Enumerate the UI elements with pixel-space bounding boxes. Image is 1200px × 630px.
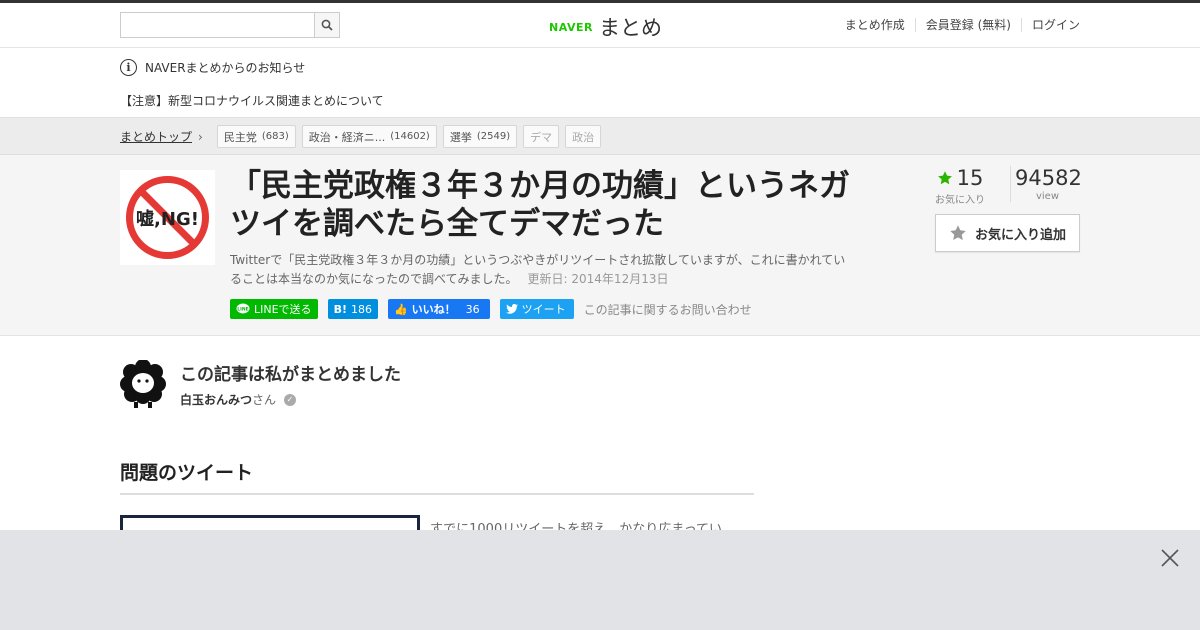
- close-button[interactable]: [1160, 548, 1180, 568]
- bottom-ad-overlay: [0, 530, 1200, 630]
- section-heading: 問題のツイート: [120, 458, 754, 495]
- close-icon: [1161, 549, 1179, 567]
